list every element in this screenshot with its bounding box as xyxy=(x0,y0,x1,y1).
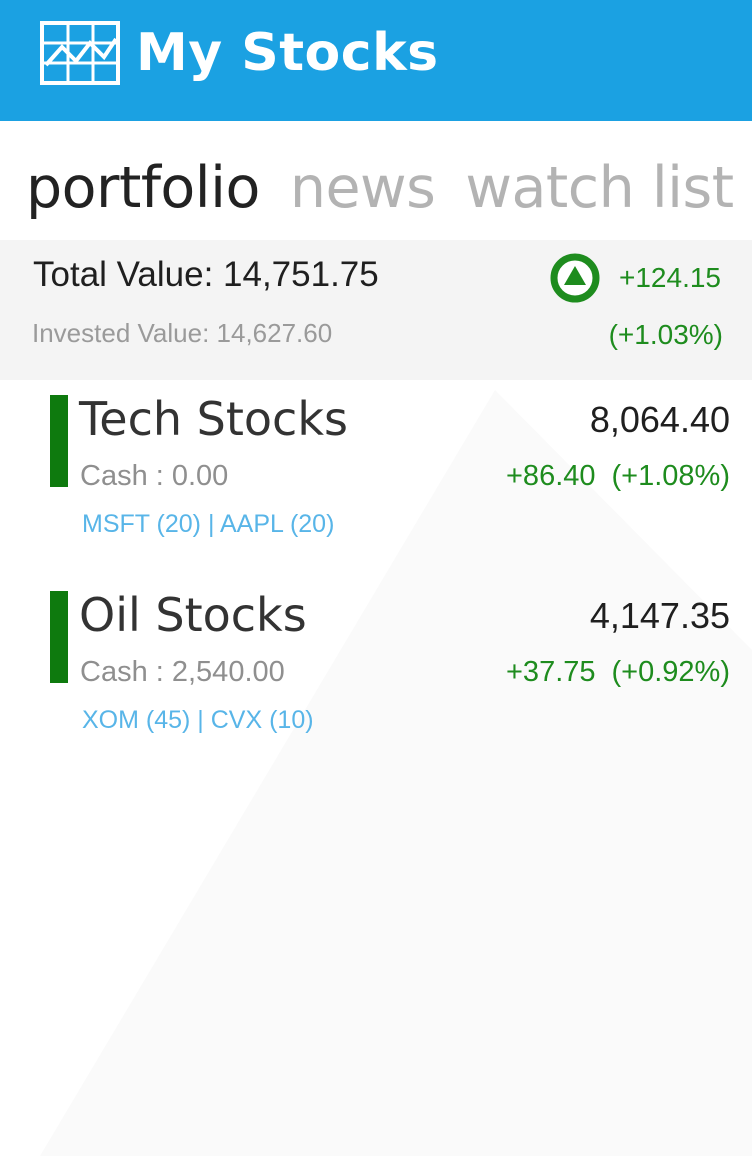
group-name: Oil Stocks xyxy=(79,588,307,642)
total-change: +124.15 xyxy=(619,262,721,293)
tab-portfolio[interactable]: portfolio xyxy=(26,150,260,226)
app-header: My Stocks xyxy=(0,0,752,121)
tab-news[interactable]: news xyxy=(290,150,436,226)
pivot-tabs: portfolio news watch list xyxy=(26,150,752,230)
group-change-percent: (+0.92%) xyxy=(611,656,730,688)
total-change-percent: (+1.03%) xyxy=(608,319,723,350)
group-change-line: +37.75 (+0.92%) xyxy=(506,653,730,691)
group-tickers: MSFT (20) | AAPL (20) xyxy=(82,510,335,538)
up-arrow-circle-icon xyxy=(550,253,600,303)
group-tickers: XOM (45) | CVX (10) xyxy=(82,706,314,734)
invested-value: Invested Value: 14,627.60 xyxy=(32,318,333,348)
group-cash: Cash : 0.00 xyxy=(80,460,229,492)
portfolio-group-oil-stocks[interactable]: Oil Stocks 4,147.35 Cash : 2,540.00 +37.… xyxy=(0,588,752,771)
group-name: Tech Stocks xyxy=(79,392,348,446)
group-cash: Cash : 2,540.00 xyxy=(80,656,285,688)
group-change-percent: (+1.08%) xyxy=(611,460,730,492)
group-value: 4,147.35 xyxy=(589,595,730,636)
portfolio-group-tech-stocks[interactable]: Tech Stocks 8,064.40 Cash : 0.00 +86.40 (… xyxy=(0,392,752,575)
group-change: +86.40 xyxy=(506,460,596,492)
group-change: +37.75 xyxy=(506,656,596,688)
group-value: 8,064.40 xyxy=(589,399,730,440)
group-status-bar xyxy=(50,395,68,487)
group-change-line: +86.40 (+1.08%) xyxy=(506,457,730,495)
stock-chart-grid-icon xyxy=(40,21,120,85)
group-status-bar xyxy=(50,591,68,683)
total-value: Total Value: 14,751.75 xyxy=(33,255,379,294)
app-title: My Stocks xyxy=(136,23,439,83)
tab-watch-list[interactable]: watch list xyxy=(465,150,734,226)
